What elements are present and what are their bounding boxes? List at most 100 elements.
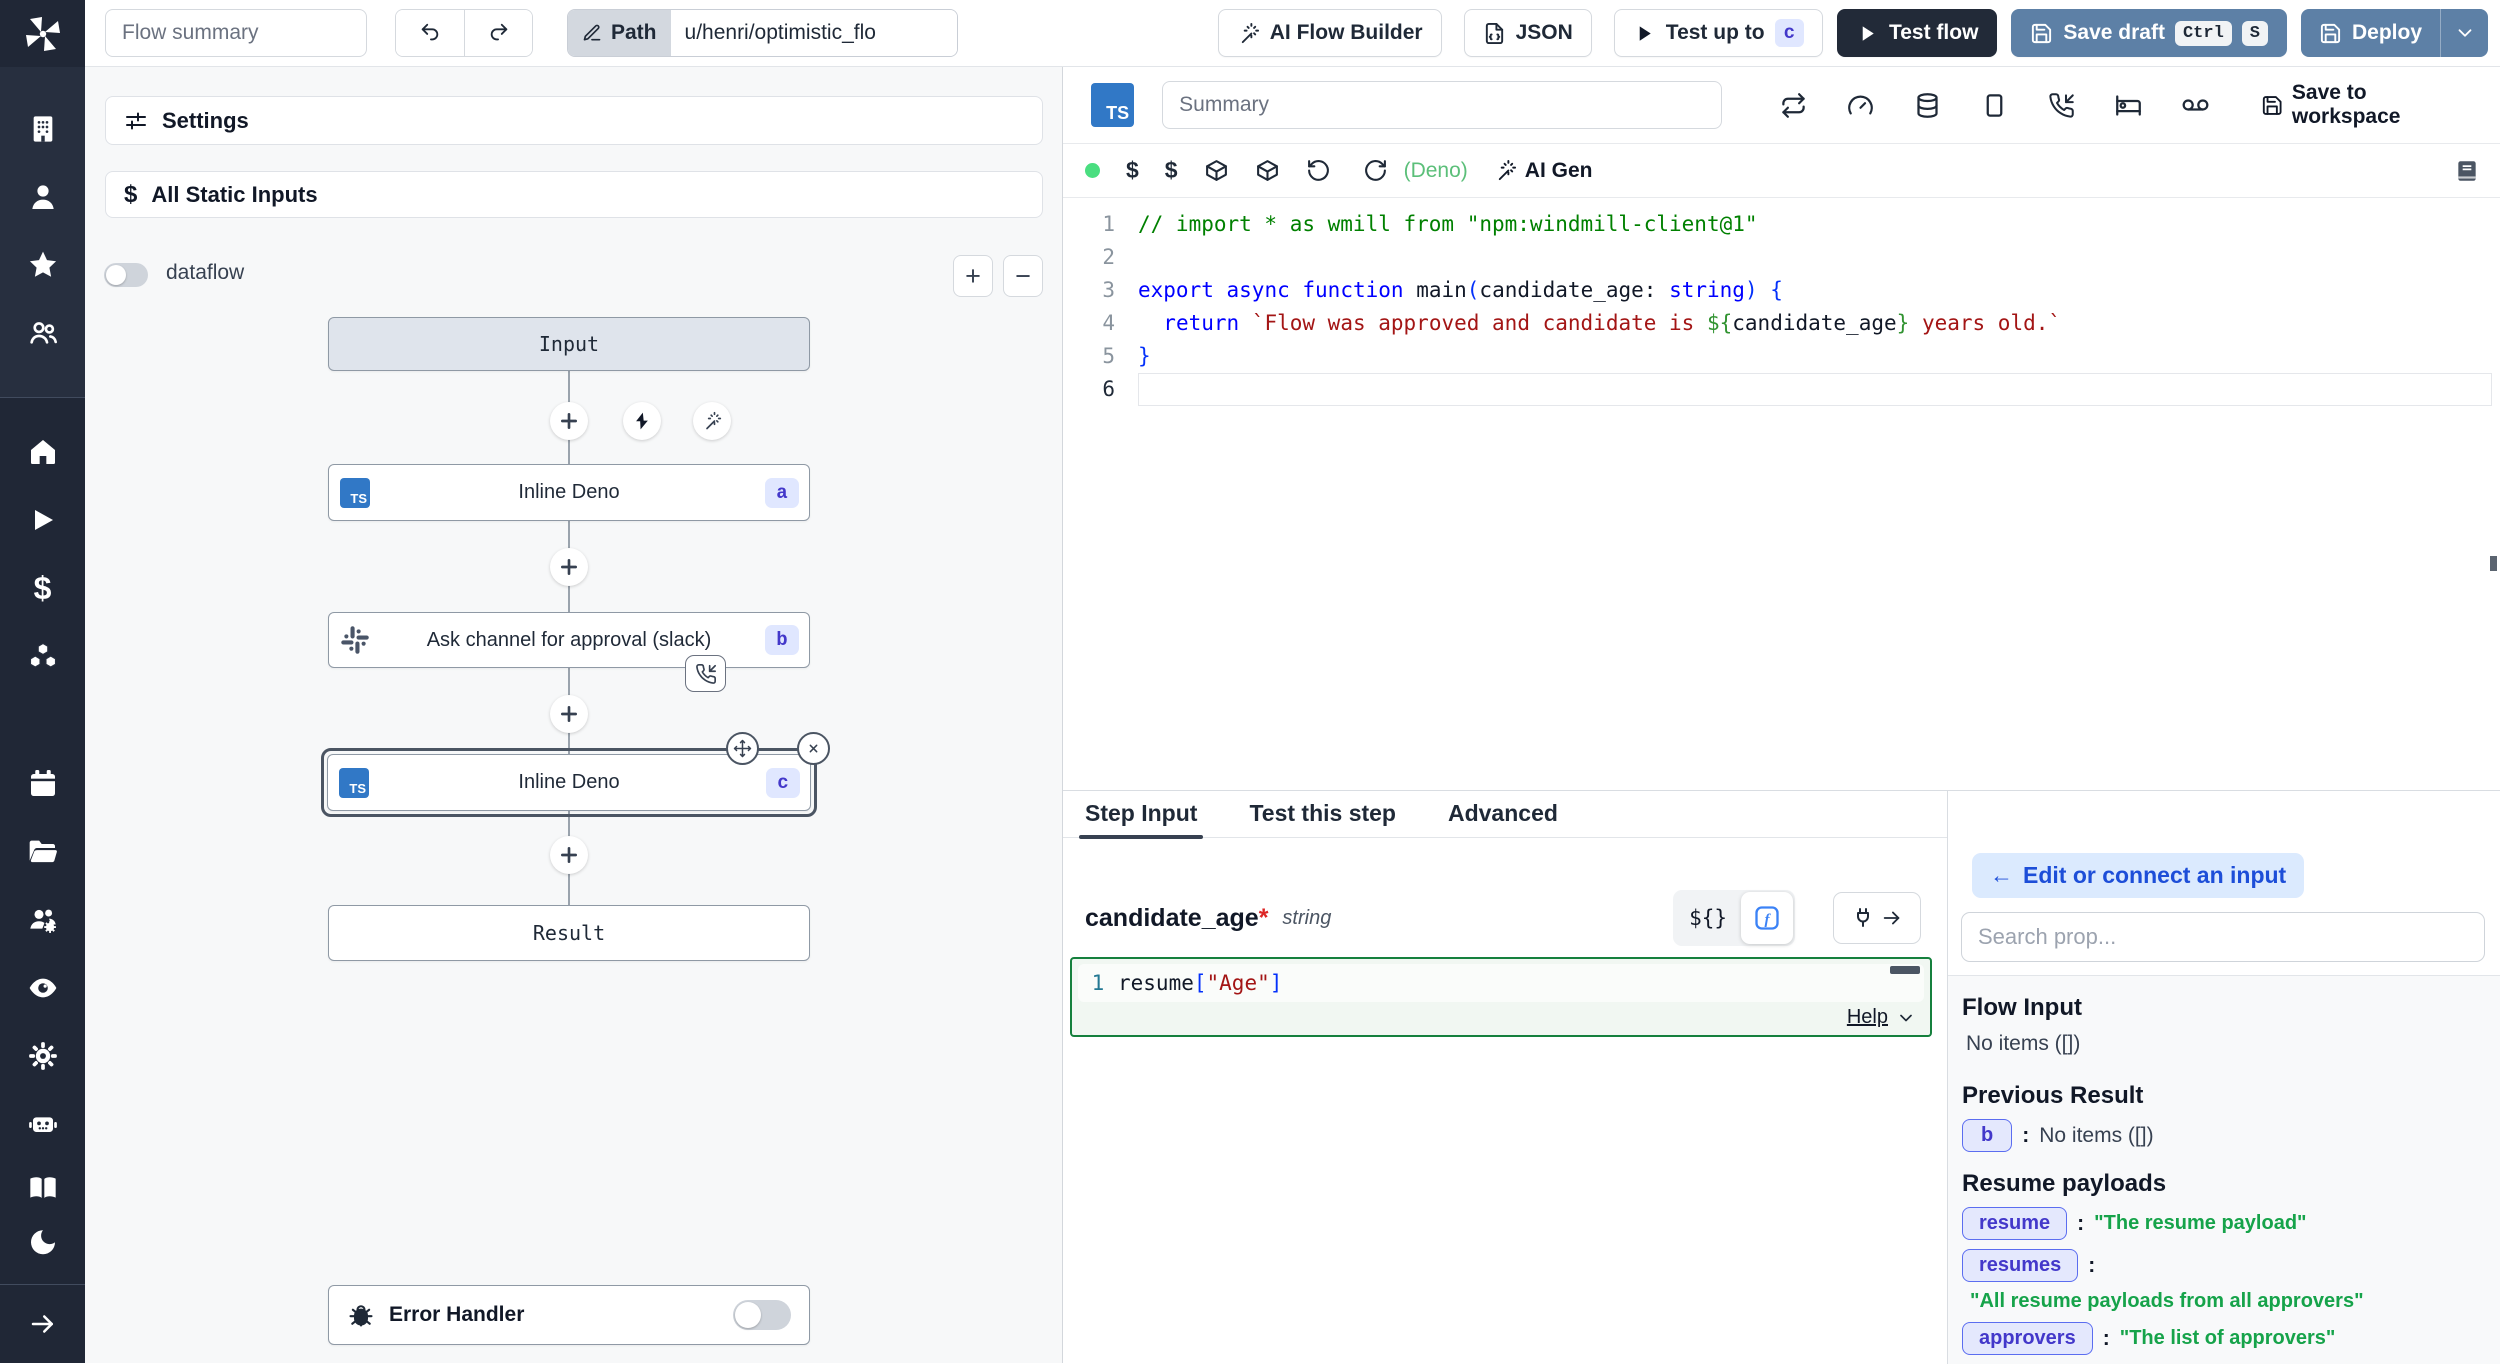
connect-input-button[interactable]	[1833, 892, 1921, 944]
template-mode-button[interactable]: ${}	[1675, 906, 1741, 930]
sidebar-item-folders[interactable]	[0, 818, 85, 886]
resource-picker-button[interactable]: $	[1165, 157, 1178, 184]
cache-database-icon[interactable]	[1914, 92, 1941, 119]
sidebar-item-runs[interactable]	[0, 486, 85, 554]
insert-step-button[interactable]	[550, 836, 588, 874]
test-up-to-button[interactable]: Test up to c	[1614, 9, 1823, 57]
json-button[interactable]: JSON	[1464, 9, 1592, 57]
retry-icon[interactable]	[1780, 92, 1807, 119]
flow-node-b[interactable]: Ask channel for approval (slack) b	[328, 612, 810, 668]
suspend-phone-icon[interactable]	[2048, 92, 2075, 119]
javascript-mode-button[interactable]: f	[1741, 892, 1793, 944]
sleep-bed-icon[interactable]	[2115, 92, 2142, 119]
sidebar-item-home[interactable]	[0, 418, 85, 486]
sidebar-item-theme-toggle[interactable]	[0, 1214, 85, 1270]
flow-node-input[interactable]: Input	[328, 317, 810, 371]
sidebar-item-schedules[interactable]	[0, 750, 85, 818]
suspend-approval-badge[interactable]	[685, 655, 726, 692]
ai-insert-button[interactable]	[693, 402, 731, 440]
expression-editor[interactable]: 1 resume["Age"] Help	[1070, 957, 1932, 1037]
plug-icon	[1851, 906, 1875, 930]
folder-icon	[27, 836, 59, 868]
save-icon	[2030, 22, 2053, 45]
arrow-right-icon	[1881, 907, 1903, 929]
field-name: candidate_age	[1085, 904, 1259, 933]
sidebar-expand-button[interactable]	[0, 1285, 85, 1363]
dataflow-label: dataflow	[166, 261, 244, 285]
sidebar-item-favorites[interactable]	[0, 231, 85, 299]
delete-step-button[interactable]	[797, 732, 830, 765]
package-icon[interactable]	[1255, 158, 1280, 183]
tab-test-this-step[interactable]: Test this step	[1249, 800, 1396, 837]
expression-scrollbar[interactable]	[1890, 966, 1920, 974]
runtime-label[interactable]: (Deno)	[1404, 159, 1468, 183]
expression-line[interactable]: 1 resume["Age"]	[1078, 964, 1924, 1002]
sidebar-item-audit-logs[interactable]	[0, 954, 85, 1022]
windmill-logo[interactable]	[0, 0, 85, 67]
gauge-icon[interactable]	[1847, 92, 1874, 119]
path-label[interactable]: Path	[568, 10, 671, 56]
sidebar-nav-section: $	[0, 398, 85, 1158]
sidebar-item-workers[interactable]	[0, 1022, 85, 1090]
sidebar-item-workspace[interactable]	[0, 95, 85, 163]
flow-summary-input[interactable]	[105, 9, 367, 57]
code-line[interactable]: 5}	[1063, 340, 2500, 373]
reload-runtime-icon[interactable]	[1363, 158, 1388, 183]
library-icon[interactable]	[2454, 158, 2480, 184]
prop-badge-approvers[interactable]: approvers	[1962, 1322, 2093, 1355]
mock-square-icon[interactable]	[1981, 92, 2008, 119]
code-line[interactable]: 4 return `Flow was approved and candidat…	[1063, 307, 2500, 340]
sidebar-item-groups[interactable]	[0, 886, 85, 954]
voicemail-icon[interactable]	[2182, 92, 2209, 119]
sidebar-item-users[interactable]	[0, 299, 85, 367]
package-icon[interactable]	[1204, 158, 1229, 183]
error-handler-toggle[interactable]	[733, 1300, 791, 1330]
ai-gen-button[interactable]: AI Gen	[1494, 159, 1593, 183]
search-prop-input[interactable]	[1961, 912, 2485, 962]
prop-badge-resumes[interactable]: resumes	[1962, 1249, 2078, 1282]
sidebar-item-resources[interactable]	[0, 622, 85, 690]
move-step-button[interactable]	[726, 732, 759, 765]
chevron-down-icon[interactable]	[1896, 1008, 1916, 1028]
flow-node-result[interactable]: Result	[328, 905, 810, 961]
trigger-button[interactable]	[623, 402, 661, 440]
flow-node-a[interactable]: TS Inline Deno a	[328, 464, 810, 521]
error-handler-bar[interactable]: Error Handler	[328, 1285, 810, 1345]
user-icon	[27, 181, 59, 213]
sidebar-item-docs[interactable]	[0, 1162, 85, 1214]
zoom-in-button[interactable]: +	[953, 255, 993, 297]
path-input[interactable]	[671, 10, 957, 56]
redo-button[interactable]	[464, 10, 532, 56]
insert-step-button[interactable]	[550, 695, 588, 733]
prop-badge-resume[interactable]: resume	[1962, 1207, 2067, 1240]
save-to-workspace-button[interactable]: Save to workspace	[2261, 81, 2477, 129]
reset-code-icon[interactable]	[1306, 158, 1331, 183]
sidebar-item-ai[interactable]	[0, 1090, 85, 1158]
ai-flow-builder-button[interactable]: AI Flow Builder	[1218, 9, 1442, 57]
undo-button[interactable]	[396, 10, 464, 56]
insert-step-button[interactable]	[550, 548, 588, 586]
code-line[interactable]: 6	[1063, 373, 2500, 406]
variable-picker-button[interactable]: $	[1126, 157, 1139, 184]
code-line[interactable]: 1// import * as wmill from "npm:windmill…	[1063, 208, 2500, 241]
help-link[interactable]: Help	[1847, 1006, 1888, 1029]
code-editor[interactable]: 1// import * as wmill from "npm:windmill…	[1063, 198, 2500, 788]
prop-badge-b[interactable]: b	[1962, 1119, 2012, 1152]
sidebar-item-variables[interactable]: $	[0, 554, 85, 622]
zoom-out-button[interactable]: −	[1003, 255, 1043, 297]
deploy-button[interactable]: Deploy	[2301, 9, 2440, 57]
moon-icon	[27, 1226, 59, 1258]
step-summary-input[interactable]	[1162, 81, 1721, 129]
code-line[interactable]: 3export async function main(candidate_ag…	[1063, 274, 2500, 307]
status-dot	[1085, 163, 1100, 178]
test-flow-button[interactable]: Test flow	[1837, 9, 1997, 57]
deploy-dropdown-button[interactable]	[2440, 9, 2488, 57]
code-line[interactable]: 2	[1063, 241, 2500, 274]
insert-step-button[interactable]	[550, 402, 588, 440]
tab-advanced[interactable]: Advanced	[1448, 800, 1558, 837]
save-draft-button[interactable]: Save draft Ctrl S	[2011, 9, 2287, 57]
dataflow-toggle[interactable]	[104, 263, 148, 287]
sidebar-item-user[interactable]	[0, 163, 85, 231]
tab-step-input[interactable]: Step Input	[1085, 800, 1197, 837]
edit-or-connect-button[interactable]: ← Edit or connect an input	[1972, 853, 2304, 898]
